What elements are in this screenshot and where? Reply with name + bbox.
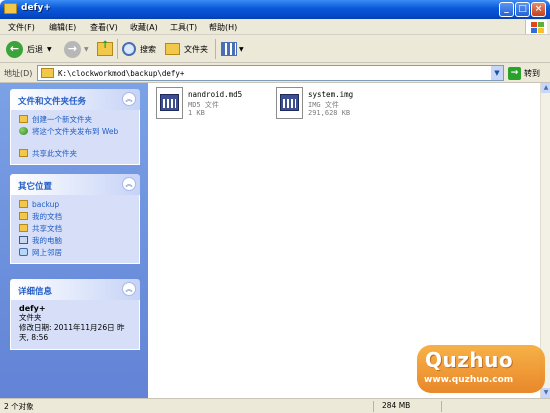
back-label: 后退 bbox=[27, 44, 43, 54]
status-size: 284 MB bbox=[382, 401, 442, 412]
up-folder-button[interactable]: ↑ bbox=[97, 39, 113, 59]
file-size: 1 KB bbox=[188, 109, 205, 117]
task-share-folder[interactable]: 共享此文件夹 bbox=[19, 148, 139, 160]
file-item[interactable]: nandroid.md5 MD5 文件 1 KB bbox=[156, 87, 266, 127]
menu-favorites[interactable]: 收藏(A) bbox=[130, 22, 158, 33]
scroll-down-icon[interactable]: ▼ bbox=[541, 388, 550, 398]
folders-button[interactable]: 文件夹 bbox=[165, 39, 208, 59]
file-name: system.img bbox=[308, 90, 354, 99]
back-button[interactable]: ← 后退 ▼ bbox=[6, 39, 52, 59]
menu-tools[interactable]: 工具(T) bbox=[170, 22, 197, 33]
title-bar: defy+ _ □ × bbox=[0, 0, 550, 19]
watermark-url: www.quzhuo.com bbox=[424, 375, 514, 385]
menu-file[interactable]: 文件(F) bbox=[8, 22, 35, 33]
place-label: 共享文档 bbox=[32, 224, 62, 233]
search-label: 搜索 bbox=[140, 44, 156, 54]
network-icon bbox=[19, 248, 28, 256]
status-bar: 2 个对象 284 MB bbox=[0, 398, 550, 413]
computer-icon bbox=[19, 236, 28, 244]
folder-icon bbox=[4, 3, 17, 14]
toolbar: ← 后退 ▼ → ▼ ↑ 搜索 文件夹 ▼ bbox=[0, 35, 550, 63]
menu-bar: 文件(F) 编辑(E) 查看(V) 收藏(A) 工具(T) 帮助(H) bbox=[0, 19, 550, 35]
collapse-icon[interactable]: ︽ bbox=[122, 92, 136, 106]
file-icon bbox=[156, 87, 183, 119]
address-label: 地址(D) bbox=[4, 69, 33, 78]
task-label: 将这个文件夹发布到 Web bbox=[32, 127, 119, 136]
tasks-panel: 文件和文件夹任务 ︽ 创建一个新文件夹 将这个文件夹发布到 Web 共享此文件夹 bbox=[10, 89, 140, 165]
place-shared-documents[interactable]: 共享文档 bbox=[19, 223, 139, 235]
close-button[interactable]: × bbox=[531, 2, 546, 17]
folders-label: 文件夹 bbox=[184, 44, 208, 54]
menu-edit[interactable]: 编辑(E) bbox=[49, 22, 76, 33]
views-button[interactable]: ▼ bbox=[221, 39, 244, 59]
collapse-icon[interactable]: ︽ bbox=[122, 177, 136, 191]
up-folder-icon: ↑ bbox=[97, 40, 113, 56]
address-bar: 地址(D) K:\clockworkmod\backup\defy+ ▼ → 转… bbox=[0, 63, 550, 83]
windows-logo-icon bbox=[525, 20, 547, 34]
address-path: K:\clockworkmod\backup\defy+ bbox=[58, 69, 185, 78]
chevron-down-icon: ▼ bbox=[239, 45, 244, 53]
chevron-down-icon: ▼ bbox=[47, 45, 52, 53]
file-name: nandroid.md5 bbox=[188, 90, 243, 99]
folder-icon bbox=[165, 43, 180, 55]
task-label: 创建一个新文件夹 bbox=[32, 115, 92, 124]
tasks-panel-header[interactable]: 文件和文件夹任务 ︽ bbox=[10, 89, 140, 110]
share-folder-icon bbox=[19, 149, 28, 157]
back-arrow-icon: ← bbox=[6, 40, 23, 58]
task-pane: 文件和文件夹任务 ︽ 创建一个新文件夹 将这个文件夹发布到 Web 共享此文件夹… bbox=[0, 83, 148, 398]
shared-documents-icon bbox=[19, 224, 28, 232]
file-item[interactable]: system.img IMG 文件 291,628 KB bbox=[276, 87, 386, 127]
my-documents-icon bbox=[19, 212, 28, 220]
search-icon bbox=[122, 42, 136, 56]
folder-icon bbox=[41, 68, 54, 78]
window-title: defy+ bbox=[21, 3, 51, 13]
details-panel-title: 详细信息 bbox=[18, 287, 53, 297]
minimize-button[interactable]: _ bbox=[499, 2, 514, 17]
views-icon bbox=[221, 42, 237, 56]
chevron-down-icon[interactable]: ▼ bbox=[491, 66, 503, 80]
file-size: 291,628 KB bbox=[308, 109, 351, 117]
place-network[interactable]: 网上邻居 bbox=[19, 247, 139, 259]
place-label: backup bbox=[32, 200, 60, 209]
search-button[interactable]: 搜索 bbox=[122, 39, 156, 59]
place-my-documents[interactable]: 我的文档 bbox=[19, 211, 139, 223]
place-label: 我的文档 bbox=[32, 212, 62, 221]
menu-view[interactable]: 查看(V) bbox=[90, 22, 118, 33]
place-my-computer[interactable]: 我的电脑 bbox=[19, 235, 139, 247]
watermark-brand: Quzhuo bbox=[425, 348, 514, 372]
forward-arrow-icon: → bbox=[64, 40, 81, 58]
details-panel: 详细信息 ︽ defy+ 文件夹 修改日期: 2011年11月26日 昨天, 8… bbox=[10, 279, 140, 350]
address-input[interactable]: K:\clockworkmod\backup\defy+ ▼ bbox=[37, 65, 504, 81]
places-panel-title: 其它位置 bbox=[18, 182, 53, 192]
place-label: 我的电脑 bbox=[32, 236, 62, 245]
watermark-logo: Quzhuo www.quzhuo.com bbox=[417, 345, 545, 393]
go-button[interactable]: → 转到 bbox=[508, 66, 540, 81]
menu-help[interactable]: 帮助(H) bbox=[209, 22, 237, 33]
maximize-button[interactable]: □ bbox=[515, 2, 530, 17]
places-panel: 其它位置 ︽ backup 我的文档 共享文档 我的电脑 网上邻居 bbox=[10, 174, 140, 264]
chevron-down-icon: ▼ bbox=[84, 45, 89, 53]
places-panel-header[interactable]: 其它位置 ︽ bbox=[10, 174, 140, 195]
new-folder-icon bbox=[19, 115, 28, 123]
details-modified: 修改日期: 2011年11月26日 昨天, 8:56 bbox=[19, 323, 125, 342]
task-label: 共享此文件夹 bbox=[32, 149, 77, 158]
status-object-count: 2 个对象 bbox=[4, 401, 374, 412]
details-panel-header[interactable]: 详细信息 ︽ bbox=[10, 279, 140, 300]
details-type: 文件夹 bbox=[19, 313, 42, 322]
scroll-up-icon[interactable]: ▲ bbox=[541, 83, 550, 93]
file-icon bbox=[276, 87, 303, 119]
task-publish-web[interactable]: 将这个文件夹发布到 Web bbox=[19, 126, 139, 148]
go-label: 转到 bbox=[524, 69, 540, 78]
globe-icon bbox=[19, 127, 28, 135]
place-backup[interactable]: backup bbox=[19, 199, 139, 211]
forward-button[interactable]: → ▼ bbox=[64, 39, 89, 59]
folder-icon bbox=[19, 200, 28, 208]
collapse-icon[interactable]: ︽ bbox=[122, 282, 136, 296]
go-arrow-icon: → bbox=[508, 67, 521, 80]
details-name: defy+ bbox=[19, 304, 46, 313]
task-new-folder[interactable]: 创建一个新文件夹 bbox=[19, 114, 139, 126]
tasks-panel-title: 文件和文件夹任务 bbox=[18, 97, 87, 107]
place-label: 网上邻居 bbox=[32, 248, 62, 257]
